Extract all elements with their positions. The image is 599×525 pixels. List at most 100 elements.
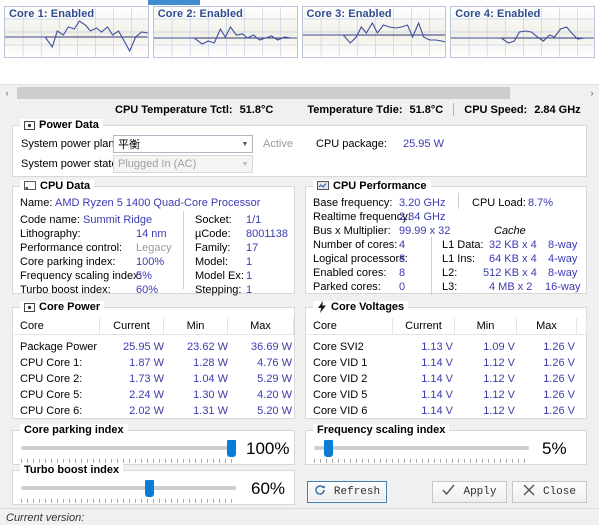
horizontal-scrollbar[interactable]: ‹ ›	[0, 86, 599, 100]
l2-size: 512 KB x 4	[483, 267, 537, 279]
code-name-value: Summit Ridge	[83, 214, 153, 226]
core-power-row-2-core: CPU Core 2:	[20, 373, 83, 385]
core-graphs-strip: Core 1: Enabled Core 2: Enabled Core 3: …	[0, 0, 599, 85]
frequency-scaling-index-title-text: Frequency scaling index	[317, 424, 446, 436]
core-voltages-row-0-max: 1.26 V	[543, 341, 575, 353]
apply-button[interactable]: Apply	[432, 481, 507, 503]
frequency-scaling-slider-track[interactable]	[314, 446, 529, 450]
model-ex-value: 1	[246, 270, 253, 282]
core-power-header-core[interactable]: Core	[14, 318, 100, 335]
socket-label: Socket:	[195, 214, 232, 226]
ucode-label: µCode:	[195, 228, 231, 240]
l3-size: 4 MB x 2	[489, 281, 533, 293]
expander-plus-icon[interactable]	[24, 120, 35, 131]
frequency-scaling-slider-thumb[interactable]	[324, 440, 333, 457]
frequency-scaling-slider-ticks	[314, 459, 529, 463]
core-power-header-current[interactable]: Current	[100, 318, 164, 335]
model-value: 1	[246, 256, 253, 268]
core-voltages-row-3-current: 1.14 V	[421, 389, 453, 401]
cpu-name-label: Name:	[20, 197, 53, 209]
core-power-row-3-current: 2.24 W	[129, 389, 164, 401]
core-power-header-max[interactable]: Max	[228, 318, 294, 335]
core-voltages-row-4-core: Core VID 6	[313, 405, 368, 417]
refresh-icon	[314, 484, 326, 500]
scrollbar-track[interactable]	[14, 86, 585, 100]
ucode-value: 8001138	[246, 228, 289, 240]
cpu-load-value: 8.7%	[528, 197, 554, 209]
core-parking-index-title: Core parking index	[20, 424, 128, 436]
core-graph-1[interactable]: Core 1: Enabled	[4, 6, 149, 58]
temperature-header: CPU Temperature Tctl: 51.8°C Temperature…	[0, 101, 599, 118]
system-power-plan-value: 平衡	[118, 139, 140, 151]
core-power-row-2-min: 1.04 W	[193, 373, 228, 385]
core-parking-slider-track[interactable]	[21, 446, 236, 450]
close-icon	[523, 484, 535, 500]
core-parking-slider-thumb[interactable]	[227, 440, 236, 457]
core-voltages-header-core[interactable]: Core	[307, 318, 393, 335]
core-graph-3-label: Core 3: Enabled	[306, 8, 392, 20]
core-voltages-row-3-max: 1.26 V	[543, 389, 575, 401]
expander-plus-icon-core-power[interactable]	[24, 302, 35, 313]
cpu-temp-tctl-label: CPU Temperature Tctl:	[115, 103, 233, 116]
enabled-cores-value: 8	[399, 267, 406, 279]
cpu-tuner-window: Core 1: Enabled Core 2: Enabled Core 3: …	[0, 0, 599, 525]
power-data-title-text: Power Data	[39, 119, 99, 131]
close-button[interactable]: Close	[512, 481, 587, 503]
turbo-boost-slider-thumb[interactable]	[145, 480, 154, 497]
core-voltages-header-current[interactable]: Current	[393, 318, 455, 335]
cpu-data-group: CPU Data Name: AMD Ryzen 5 1400 Quad-Cor…	[12, 180, 295, 296]
stepping-value: 1	[246, 284, 253, 296]
system-power-state-value: Plugged In (AC)	[118, 158, 197, 170]
scrollbar-thumb[interactable]	[17, 87, 510, 99]
core-parking-index-title-text: Core parking index	[24, 424, 124, 436]
core-power-row-2-current: 1.73 W	[129, 373, 164, 385]
scroll-right-icon[interactable]: ›	[585, 86, 599, 100]
core-graph-3[interactable]: Core 3: Enabled	[301, 6, 447, 58]
chevron-down-icon[interactable]: ▼	[238, 141, 252, 148]
core-voltages-header-max[interactable]: Max	[517, 318, 577, 335]
frequency-scaling-index-group: Frequency scaling index 5%	[305, 424, 587, 465]
cpu-performance-group: CPU Performance Base frequency: 3.20 GHz…	[305, 180, 587, 295]
refresh-button[interactable]: Refresh	[307, 481, 387, 503]
cpu-temp-tdie-value: 51.8°C	[409, 103, 444, 116]
bus-multiplier-label: Bus x Multiplier:	[313, 225, 391, 237]
turbo-boost-index-group: Turbo boost index 60%	[12, 464, 295, 505]
system-power-state-label: System power state:	[21, 158, 121, 170]
active-tab-indicator[interactable]	[148, 0, 200, 5]
cpu-speed-label: CPU Speed:	[464, 103, 528, 116]
enabled-cores-label: Enabled cores:	[313, 267, 387, 279]
turbo-boost-slider-track[interactable]	[21, 486, 236, 490]
system-power-plan-combo[interactable]: 平衡 ▼	[113, 135, 253, 153]
scroll-left-icon[interactable]: ‹	[0, 86, 14, 100]
l2-way: 8-way	[548, 267, 578, 279]
code-name-label: Code name:	[20, 214, 80, 226]
l1-ins-label: L1 Ins:	[442, 253, 476, 265]
core-power-row-1-current: 1.87 W	[129, 357, 164, 369]
l1-ins-way: 4-way	[548, 253, 578, 265]
cpu-temp-tdie: Temperature Tdie: 51.8°C	[307, 104, 443, 116]
l1-data-size: 32 KB x 4	[489, 239, 537, 251]
core-voltages-group: Core Voltages Core Current Min Max Core …	[305, 301, 587, 419]
core-voltages-row-1-core: Core VID 1	[313, 357, 368, 369]
performance-control-value: Legacy	[136, 242, 172, 254]
frequency-scaling-slider[interactable]	[314, 440, 529, 464]
core-voltages-row-0-core: Core SVI2	[313, 341, 364, 353]
core-graph-2[interactable]: Core 2: Enabled	[152, 6, 298, 58]
base-frequency-label: Base frequency:	[313, 197, 393, 209]
turbo-boost-slider[interactable]	[21, 480, 236, 504]
core-voltages-row-3-core: Core VID 5	[313, 389, 368, 401]
frequency-scaling-index-value: 5%	[542, 439, 567, 458]
core-power-row-4-core: CPU Core 6:	[20, 405, 83, 417]
core-power-header-min[interactable]: Min	[164, 318, 228, 335]
turbo-boost-slider-ticks	[21, 499, 236, 503]
cpu-temp-tctl: CPU Temperature Tctl: 51.8°C	[115, 104, 273, 116]
core-parking-index-slider[interactable]	[21, 440, 236, 464]
core-graph-4[interactable]: Core 4: Enabled	[450, 6, 595, 58]
turbo-boost-index-title-text: Turbo boost index	[24, 464, 120, 476]
realtime-frequency-label: Realtime frequency:	[313, 211, 411, 223]
core-voltages-header-min[interactable]: Min	[455, 318, 517, 335]
turbo-boost-index-value: 60%	[251, 479, 286, 498]
core-voltages-row-1-current: 1.14 V	[421, 357, 453, 369]
parked-cores-value: 0	[399, 281, 406, 293]
core-power-row-0-min: 23.62 W	[187, 341, 228, 353]
